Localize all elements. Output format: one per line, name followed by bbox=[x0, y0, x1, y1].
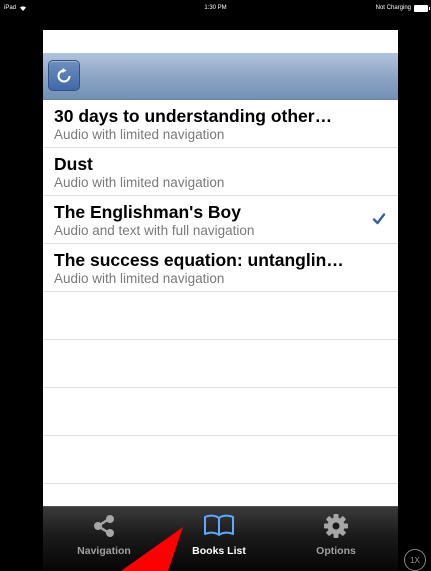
book-icon bbox=[204, 514, 234, 536]
tab-books-list[interactable]: Books List bbox=[166, 507, 272, 571]
tab-label: Options bbox=[316, 545, 356, 557]
book-title: The success equation: untanglin… bbox=[54, 250, 344, 270]
battery-icon bbox=[414, 4, 430, 12]
ipad-screen: iPad 1:30 PM Not Charging 30 days to und… bbox=[0, 0, 431, 571]
book-row[interactable]: 30 days to understanding other… Audio wi… bbox=[43, 100, 398, 148]
tab-navigation[interactable]: Navigation bbox=[51, 507, 157, 571]
book-title: Dust bbox=[54, 154, 93, 174]
zoom-badge[interactable]: 1X bbox=[404, 549, 426, 571]
tab-bar: Navigation Books List Options bbox=[43, 506, 398, 571]
empty-row bbox=[43, 340, 398, 388]
book-row-selected[interactable]: The Englishman's Boy Audio and text with… bbox=[43, 196, 398, 244]
empty-row bbox=[43, 292, 398, 340]
tab-label: Books List bbox=[192, 545, 246, 557]
refresh-button[interactable] bbox=[48, 60, 80, 91]
checkmark-icon bbox=[372, 213, 386, 225]
book-subtitle: Audio with limited navigation bbox=[54, 271, 225, 286]
status-time: 1:30 PM bbox=[204, 5, 227, 11]
tab-label: Navigation bbox=[77, 545, 131, 557]
book-subtitle: Audio and text with full navigation bbox=[54, 223, 255, 238]
book-title: The Englishman's Boy bbox=[54, 202, 241, 222]
empty-row bbox=[43, 436, 398, 484]
tab-options[interactable]: Options bbox=[283, 507, 389, 571]
book-title: 30 days to understanding other… bbox=[54, 106, 333, 126]
share-icon bbox=[94, 515, 114, 537]
empty-row bbox=[43, 388, 398, 436]
status-bar: iPad 1:30 PM Not Charging bbox=[0, 0, 431, 16]
gear-icon bbox=[324, 514, 348, 538]
books-list-view: 30 days to understanding other… Audio wi… bbox=[43, 30, 398, 506]
status-right: Not Charging bbox=[375, 0, 430, 16]
toolbar bbox=[43, 53, 398, 100]
book-row[interactable]: Dust Audio with limited navigation bbox=[43, 148, 398, 196]
book-subtitle: Audio with limited navigation bbox=[54, 127, 225, 142]
book-list: 30 days to understanding other… Audio wi… bbox=[43, 100, 398, 506]
battery-status-label: Not Charging bbox=[375, 5, 411, 11]
book-row[interactable]: The success equation: untanglin… Audio w… bbox=[43, 244, 398, 292]
empty-row bbox=[43, 484, 398, 506]
refresh-icon bbox=[57, 67, 71, 82]
book-subtitle: Audio with limited navigation bbox=[54, 175, 225, 190]
